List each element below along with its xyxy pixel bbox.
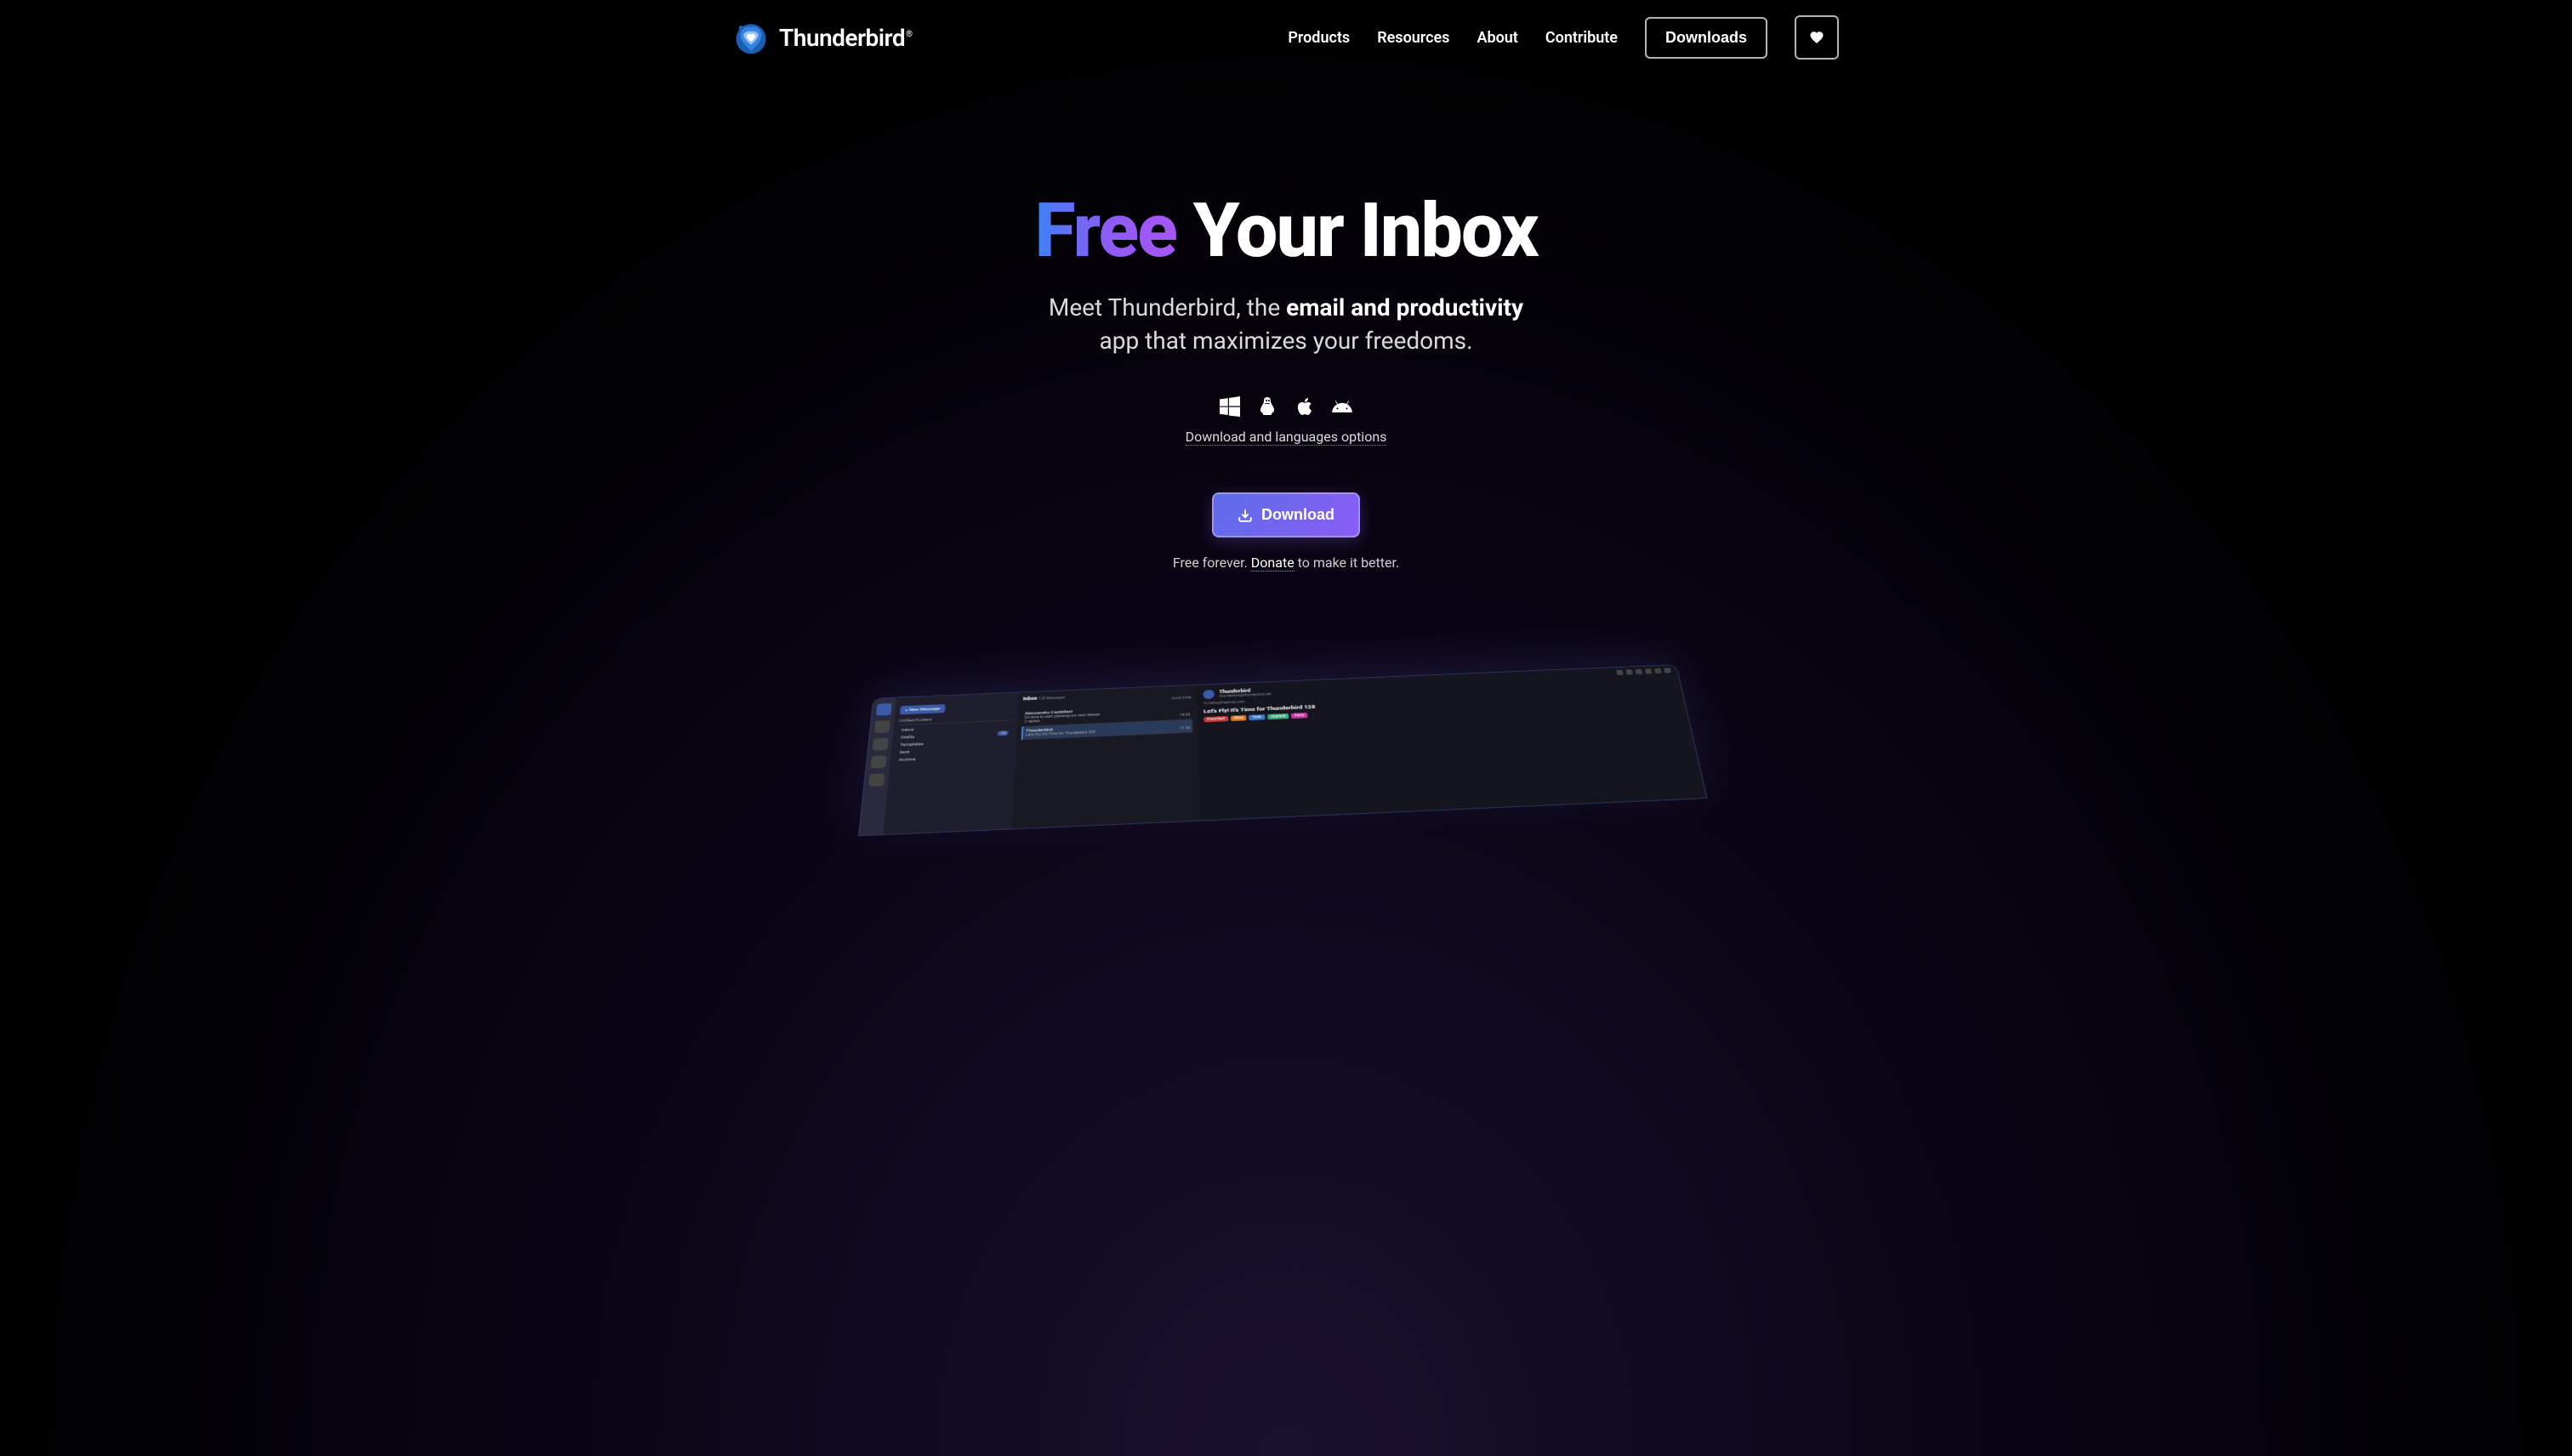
hero-subtitle: Meet Thunderbird, the email and producti… <box>818 291 1754 357</box>
ss-tag: Party <box>1291 713 1307 719</box>
donate-heart-button[interactable] <box>1795 15 1839 60</box>
heart-icon <box>1809 30 1824 45</box>
ss-message-content: Thunderbird thunderbird@thunderbird.net … <box>1197 665 1707 821</box>
app-screenshot-window: + New Message Unified Folders Inbox Draf… <box>858 665 1708 837</box>
logo[interactable]: Thunderbird <box>733 20 912 55</box>
ss-tag: Important <box>1203 716 1228 722</box>
ss-folder-panel: + New Message Unified Folders Inbox Draf… <box>883 693 1018 835</box>
download-button[interactable]: Download <box>1212 492 1360 537</box>
ss-archive-icon <box>1636 669 1643 674</box>
hero-title: Free Your Inbox <box>818 194 1754 269</box>
windows-icon <box>1220 396 1240 417</box>
ss-tag: Todo <box>1249 714 1265 720</box>
ss-avatar <box>1203 690 1215 699</box>
linux-icon <box>1257 396 1277 417</box>
downloads-button[interactable]: Downloads <box>1645 17 1767 59</box>
download-icon <box>1238 508 1253 523</box>
app-screenshot: + New Message Unified Folders Inbox Draf… <box>0 647 2572 817</box>
donate-text: Free forever. Donate to make it better. <box>818 555 1754 571</box>
ss-chat-icon <box>868 774 885 788</box>
ss-more-icon <box>1664 668 1671 674</box>
ss-junk-icon <box>1645 669 1653 674</box>
ss-tag: Upgrade <box>1267 714 1289 719</box>
download-options-link[interactable]: Download and languages options <box>1186 429 1387 446</box>
ss-tasks-icon <box>870 756 886 769</box>
nav-resources[interactable]: Resources <box>1377 29 1449 47</box>
ss-address-icon <box>874 720 891 733</box>
ss-tag: Work <box>1231 715 1247 721</box>
hero-title-rest: Your Inbox <box>1176 187 1538 275</box>
platform-icons <box>818 396 1754 417</box>
ss-message-list: Inbox 128 Messages Quick Filter Alessand… <box>1012 685 1200 829</box>
ss-calendar-icon <box>873 738 889 751</box>
donate-link[interactable]: Donate <box>1251 555 1295 572</box>
android-icon <box>1332 396 1352 417</box>
main-nav: Products Resources About Contribute Down… <box>1288 15 1839 60</box>
apple-icon <box>1295 396 1315 417</box>
thunderbird-logo-icon <box>733 20 769 55</box>
hero-section: Free Your Inbox Meet Thunderbird, the em… <box>818 75 1754 571</box>
ss-delete-icon <box>1654 668 1662 674</box>
nav-about[interactable]: About <box>1477 29 1517 47</box>
ss-reply-icon <box>1616 670 1624 675</box>
ss-mail-icon <box>876 703 892 716</box>
ss-new-message-button: + New Message <box>900 704 946 714</box>
nav-products[interactable]: Products <box>1288 29 1350 47</box>
nav-contribute[interactable]: Contribute <box>1545 29 1618 47</box>
download-section: Download Free forever. Donate to make it… <box>818 492 1754 571</box>
ss-forward-icon <box>1625 669 1633 674</box>
hero-title-accent: Free <box>1034 187 1176 275</box>
site-header: Thunderbird Products Resources About Con… <box>665 0 1907 75</box>
logo-text: Thunderbird <box>779 24 912 52</box>
